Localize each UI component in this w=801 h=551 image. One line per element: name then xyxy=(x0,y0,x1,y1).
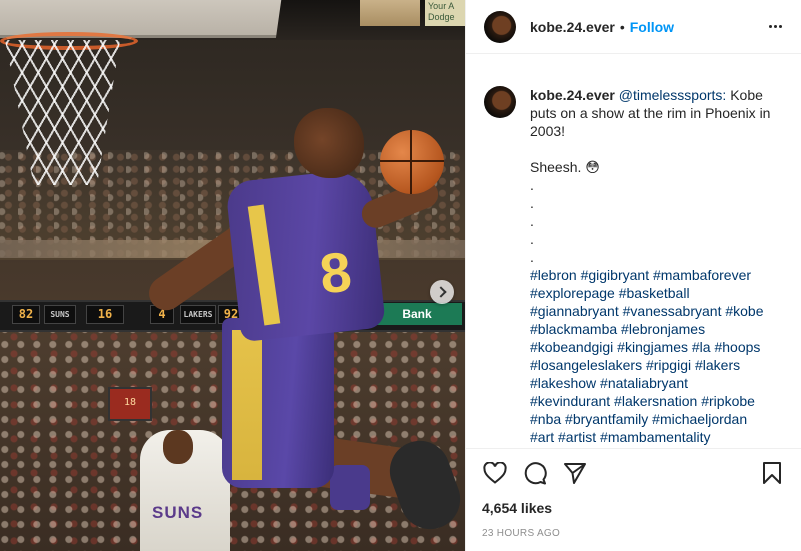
header-username[interactable]: kobe.24.ever xyxy=(530,19,615,35)
arena-sign xyxy=(360,0,420,26)
shot-clock: 18 xyxy=(108,387,152,421)
caption: kobe.24.ever @timelesssports: Kobe puts … xyxy=(466,54,801,446)
bookmark-icon[interactable] xyxy=(759,460,785,486)
more-dot-icon xyxy=(768,25,772,28)
caption-body: kobe.24.ever @timelesssports: Kobe puts … xyxy=(530,86,785,446)
hashtag-line[interactable]: #nba #bryantfamily #michaeljordan xyxy=(530,410,785,428)
basketball xyxy=(380,130,444,194)
caption-avatar[interactable] xyxy=(484,86,516,118)
action-icons xyxy=(482,455,785,491)
score-label-suns: SUNS xyxy=(44,305,76,324)
post-modal: Your A Dodge 82 SUNS 16 4 LAKERS 92 Bank… xyxy=(0,0,801,551)
caption-mention[interactable]: @timelesssports: xyxy=(619,87,727,103)
opponent-head xyxy=(163,430,193,464)
player-head xyxy=(294,108,364,178)
caption-dot: . xyxy=(530,213,534,229)
caption-dot: . xyxy=(530,177,534,193)
avatar[interactable] xyxy=(484,10,516,43)
heart-icon[interactable] xyxy=(482,460,508,486)
comments-area[interactable]: kobe.24.ever @timelesssports: Kobe puts … xyxy=(466,54,801,448)
player-jersey xyxy=(225,167,386,343)
hashtag-line[interactable]: #blackmamba #lebronjames xyxy=(530,320,785,338)
post-timestamp[interactable]: 23 HOURS AGO xyxy=(482,528,785,539)
hashtag-line[interactable]: #losangeleslakers #ripgigi #lakers xyxy=(530,356,785,374)
post-side-panel: kobe.24.ever • Follow kobe.24.ever @time… xyxy=(465,0,801,551)
bank-sign: Bank xyxy=(372,303,462,325)
hashtag-line[interactable]: #lakeshow #nataliabryant xyxy=(530,374,785,392)
post-header: kobe.24.ever • Follow xyxy=(466,0,801,54)
more-dot-icon xyxy=(773,25,777,28)
hashtag-line[interactable]: #giannabryant #vanessabryant #kobe xyxy=(530,302,785,320)
caption-dot: . xyxy=(530,249,534,265)
player-sock xyxy=(330,465,370,510)
arena-sign-text: Your A Dodge xyxy=(425,0,465,26)
comment-icon[interactable] xyxy=(522,460,548,486)
caption-dot: . xyxy=(530,195,534,211)
player-jersey-number: 8 xyxy=(316,239,355,306)
hashtag-line[interactable]: #lebron #gigibryant #mambaforever xyxy=(530,266,785,284)
follow-button[interactable]: Follow xyxy=(630,19,674,35)
header-separator: • xyxy=(619,18,625,35)
hashtag-line[interactable]: #art #artist #mambamentality xyxy=(530,428,785,446)
caption-text-2: Sheesh. 😳 xyxy=(530,159,600,175)
hashtag-line[interactable]: #kevindurant #lakersnation #ripkobe xyxy=(530,392,785,410)
caption-dot: . xyxy=(530,231,534,247)
score-home: 82 xyxy=(12,305,40,324)
hashtag-line[interactable]: #kobeandgigi #kingjames #la #hoops xyxy=(530,338,785,356)
caption-username[interactable]: kobe.24.ever xyxy=(530,87,615,103)
player-shorts-stripe xyxy=(232,330,262,480)
like-count[interactable]: 4,654 likes xyxy=(482,500,785,516)
post-photo[interactable]: Your A Dodge 82 SUNS 16 4 LAKERS 92 Bank… xyxy=(0,0,465,551)
more-options-button[interactable] xyxy=(765,17,785,37)
next-photo-button[interactable] xyxy=(430,280,454,304)
hashtag-line[interactable]: #explorepage #basketball xyxy=(530,284,785,302)
share-icon[interactable] xyxy=(562,460,588,486)
score-period-clock: 16 xyxy=(86,305,124,324)
more-dot-icon xyxy=(778,25,782,28)
opponent-jersey-text: SUNS xyxy=(152,503,204,522)
score-label-lakers: LAKERS xyxy=(180,305,216,324)
action-bar: 4,654 likes 23 HOURS AGO xyxy=(466,448,801,551)
